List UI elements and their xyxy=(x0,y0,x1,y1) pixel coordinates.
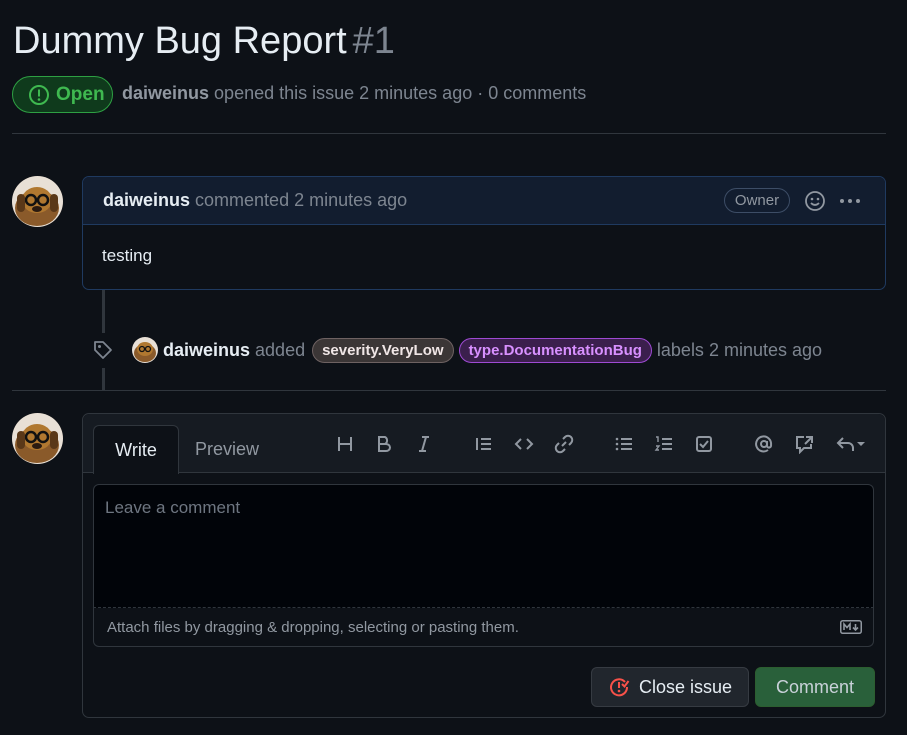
cross-reference-icon[interactable] xyxy=(792,432,816,456)
code-icon[interactable] xyxy=(512,432,536,456)
comment-placeholder: Leave a comment xyxy=(105,498,241,517)
tag-icon xyxy=(94,341,112,359)
comment-editor: Write Preview Leave a comment Attach fil… xyxy=(82,413,886,718)
issue-author-link[interactable]: daiweinus xyxy=(122,83,209,103)
timeline-divider xyxy=(12,390,886,391)
tab-write[interactable]: Write xyxy=(93,425,179,474)
task-list-icon[interactable] xyxy=(692,432,716,456)
smiley-icon[interactable] xyxy=(804,190,826,212)
label-type[interactable]: type.DocumentationBug xyxy=(458,337,652,363)
issue-open-icon xyxy=(29,84,49,105)
comment-author-link[interactable]: daiweinus xyxy=(103,190,190,211)
comment-textarea[interactable]: Leave a comment xyxy=(93,484,874,608)
timeline-connector xyxy=(102,368,105,390)
issue-closed-icon xyxy=(609,678,630,697)
header-divider xyxy=(12,133,886,134)
comment-header: daiweinus commented 2 minutes ago Owner xyxy=(83,177,885,225)
avatar[interactable] xyxy=(12,413,63,464)
link-icon[interactable] xyxy=(552,432,576,456)
kebab-horizontal-icon[interactable] xyxy=(838,189,862,213)
italic-icon[interactable] xyxy=(412,432,436,456)
chevron-down-icon xyxy=(857,442,865,446)
markdown-icon[interactable] xyxy=(840,620,862,634)
avatar[interactable] xyxy=(12,176,63,227)
avatar-image xyxy=(12,176,63,227)
issue-number: #1 xyxy=(352,20,395,62)
editor-toolbar: Write Preview xyxy=(83,414,885,474)
event-action: added xyxy=(255,339,306,360)
issue-meta-text: opened this issue 2 minutes ago · 0 comm… xyxy=(214,83,587,103)
tab-preview[interactable]: Preview xyxy=(195,439,259,460)
saved-reply-icon[interactable] xyxy=(832,432,870,456)
bulleted-list-icon[interactable] xyxy=(612,432,636,456)
comment-body: testing xyxy=(102,246,153,265)
issue-state-label: Open xyxy=(56,83,105,105)
quote-icon[interactable] xyxy=(472,432,496,456)
issue-title-text: Dummy Bug Report xyxy=(13,20,347,62)
close-issue-button[interactable]: Close issue xyxy=(591,667,749,707)
timeline-connector xyxy=(102,290,105,333)
heading-icon[interactable] xyxy=(333,432,357,456)
comment-button[interactable]: Comment xyxy=(755,667,875,707)
avatar-image xyxy=(12,413,63,464)
owner-badge: Owner xyxy=(724,188,790,213)
issue-meta: daiweinus opened this issue 2 minutes ag… xyxy=(122,83,586,104)
issue-state-badge: Open xyxy=(12,76,113,113)
close-issue-label: Close issue xyxy=(638,676,733,697)
event-suffix: labels 2 minutes ago xyxy=(656,339,823,360)
numbered-list-icon[interactable] xyxy=(652,432,676,456)
attach-files-bar[interactable]: Attach files by dragging & dropping, sel… xyxy=(93,608,874,647)
event-actor-link[interactable]: daiweinus xyxy=(163,340,250,361)
label-severity[interactable]: severity.VeryLow xyxy=(312,337,454,363)
comment-card: daiweinus commented 2 minutes ago Owner … xyxy=(82,176,886,290)
label-event: daiweinus added severity.VeryLow type.Do… xyxy=(92,336,822,364)
bold-icon[interactable] xyxy=(372,432,396,456)
avatar[interactable] xyxy=(132,337,158,363)
mention-icon[interactable] xyxy=(752,432,776,456)
comment-timestamp: commented 2 minutes ago xyxy=(195,190,408,210)
attach-files-text: Attach files by dragging & dropping, sel… xyxy=(107,618,519,636)
issue-title: Dummy Bug Report #1 xyxy=(13,18,395,64)
